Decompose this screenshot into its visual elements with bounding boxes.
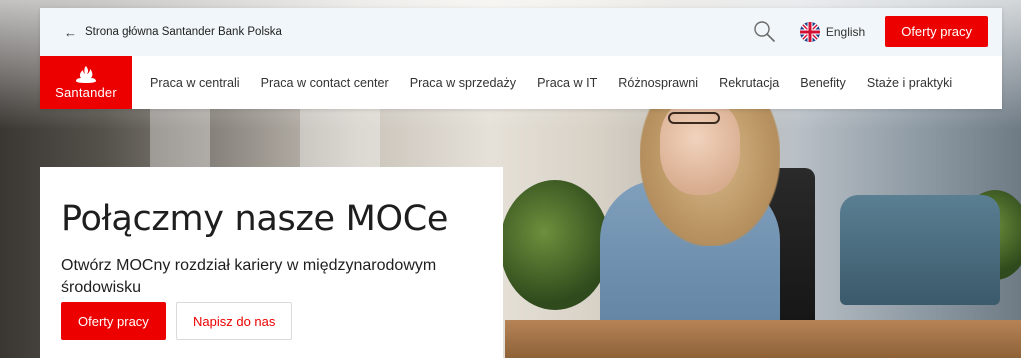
nav-item-praca-w-it[interactable]: Praca w IT [537, 76, 597, 90]
nav-item-rekrutacja[interactable]: Rekrutacja [719, 76, 779, 90]
santander-flame-icon [76, 66, 96, 83]
nav-item-staze-i-praktyki[interactable]: Staże i praktyki [867, 76, 952, 90]
site-header: ← Strona główna Santander Bank Polska En… [40, 8, 1002, 109]
nav-item-roznosprawni[interactable]: Różnosprawni [618, 76, 698, 90]
santander-logo[interactable]: Santander [40, 56, 132, 109]
back-link-label: Strona główna Santander Bank Polska [85, 26, 282, 38]
back-to-main-site-link[interactable]: ← Strona główna Santander Bank Polska [64, 25, 282, 40]
uk-flag-icon [799, 21, 820, 42]
hero-subtitle: Otwórz MOCny rozdział kariery w międzyna… [61, 257, 437, 296]
main-nav: Santander Praca w centrali Praca w conta… [40, 56, 1002, 109]
hero-desk [505, 320, 1021, 358]
arrow-left-icon: ← [64, 24, 77, 40]
hero-card: Połączmy nasze MOCe Otwórz MOCny rozdzia… [40, 167, 503, 358]
topbar-actions: English Oferty pracy [752, 16, 988, 47]
nav-item-praca-w-sprzedazy[interactable]: Praca w sprzedaży [410, 76, 516, 90]
topbar: ← Strona główna Santander Bank Polska En… [40, 8, 1002, 56]
search-button[interactable] [752, 19, 778, 45]
hero-plant [500, 180, 610, 310]
logo-wordmark: Santander [55, 85, 117, 100]
hero-person-glasses [668, 112, 720, 124]
job-offers-button-top[interactable]: Oferty pracy [885, 16, 988, 47]
search-icon [754, 20, 775, 42]
hero-sofa [840, 195, 1000, 305]
language-switch[interactable]: English [799, 21, 866, 42]
job-offers-button[interactable]: Oferty pracy [61, 302, 166, 340]
contact-us-button[interactable]: Napisz do nas [176, 302, 293, 340]
nav-item-praca-w-contact-center[interactable]: Praca w contact center [261, 76, 389, 90]
nav-item-praca-w-centrali[interactable]: Praca w centrali [150, 76, 240, 90]
hero-title: Połączmy nasze MOCe [61, 199, 449, 239]
nav-item-benefity[interactable]: Benefity [800, 76, 846, 90]
language-label: English [825, 24, 866, 39]
nav-items: Praca w centrali Praca w contact center … [150, 76, 973, 90]
